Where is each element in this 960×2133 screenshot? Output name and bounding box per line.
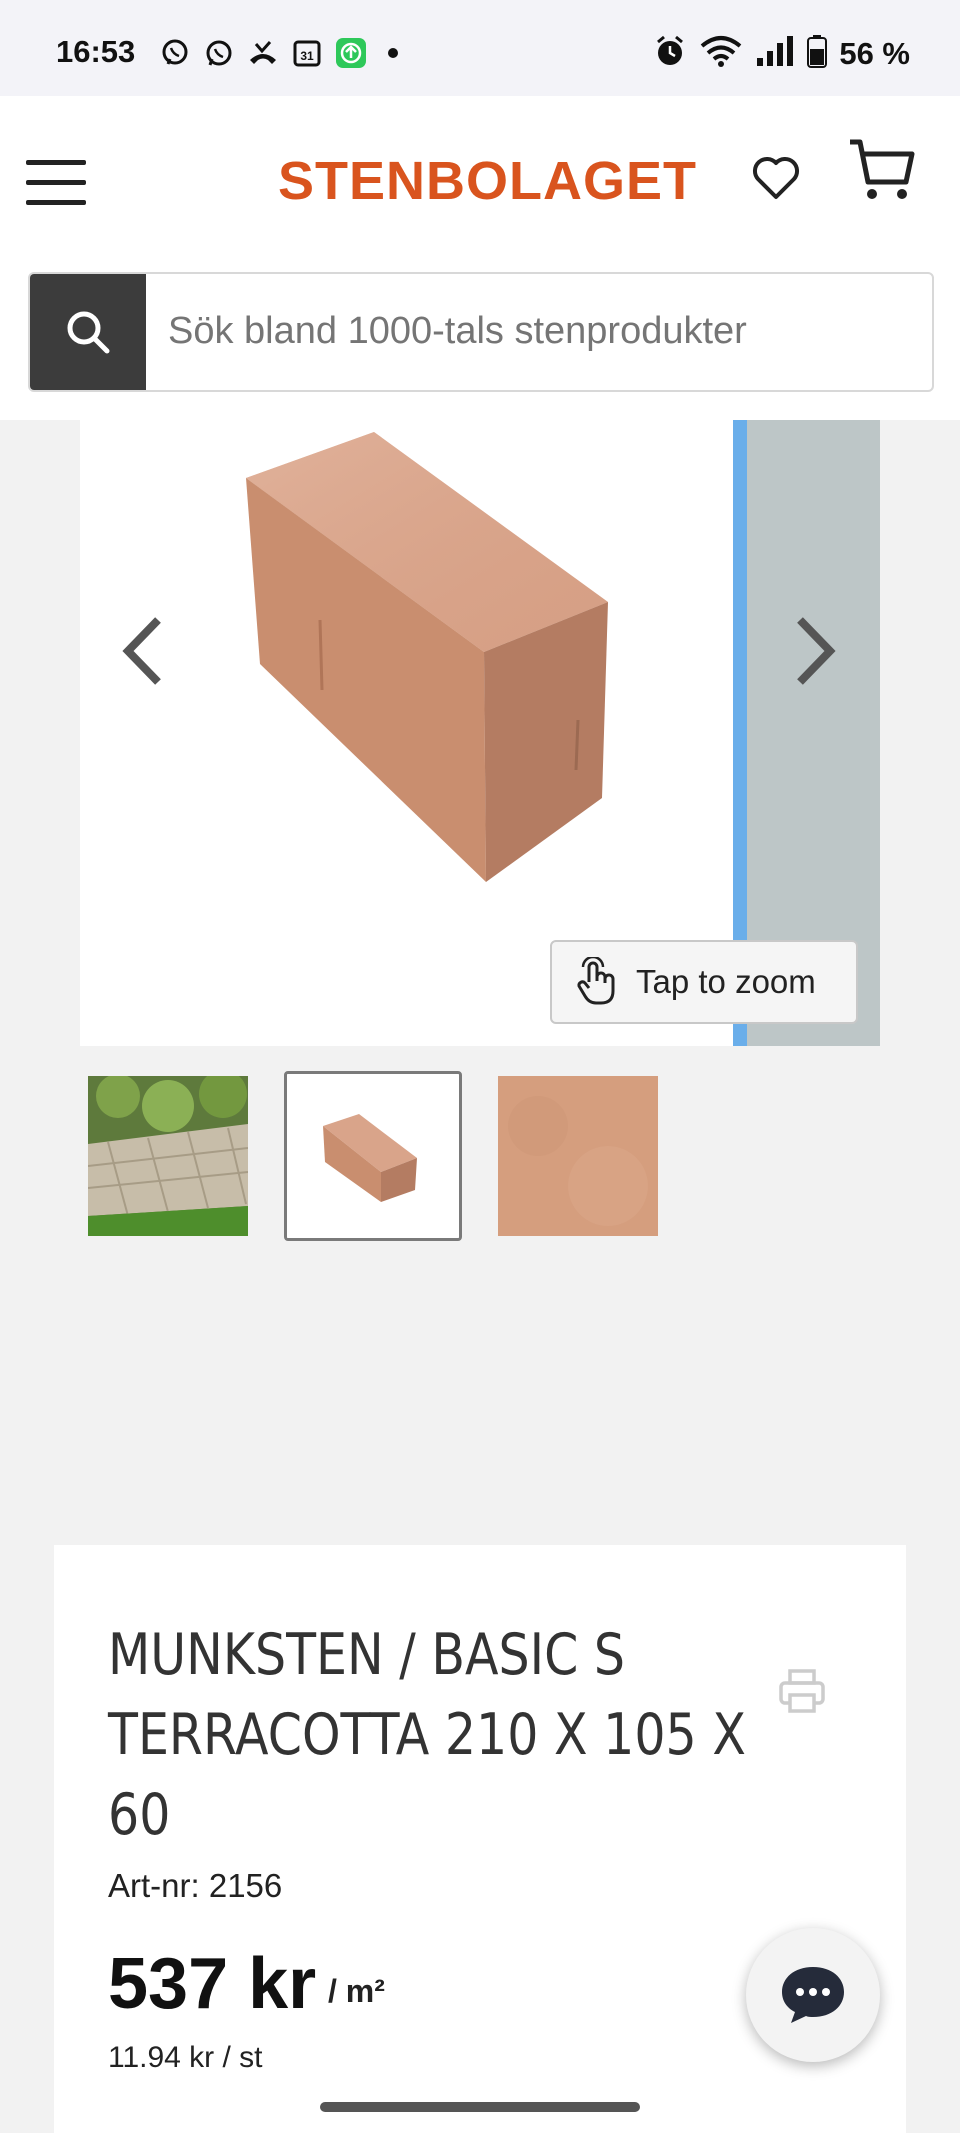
cart-icon[interactable] bbox=[846, 136, 916, 206]
chat-bubble-icon bbox=[782, 1967, 844, 2023]
menu-line bbox=[26, 200, 86, 205]
product-image-gallery[interactable]: Tap to zoom bbox=[80, 420, 880, 1046]
product-image-brick[interactable] bbox=[230, 420, 650, 900]
thumbnail-texture[interactable] bbox=[498, 1076, 658, 1236]
menu-line bbox=[26, 160, 86, 165]
whatsapp-icon bbox=[202, 36, 236, 70]
tap-to-zoom-label: Tap to zoom bbox=[636, 963, 816, 1000]
search-button[interactable] bbox=[30, 274, 146, 390]
site-logo[interactable]: STENBOLAGET bbox=[278, 150, 697, 212]
price-unit: / m² bbox=[328, 1973, 385, 2009]
search-input[interactable] bbox=[168, 310, 908, 353]
missed-call-icon bbox=[246, 36, 280, 70]
viber-icon bbox=[158, 36, 192, 70]
thumbnail-paved-path[interactable] bbox=[88, 1076, 248, 1236]
wifi-icon bbox=[699, 34, 743, 73]
chevron-right-icon bbox=[797, 617, 836, 685]
search-icon bbox=[67, 311, 110, 354]
search-bar bbox=[28, 272, 934, 392]
article-number: Art-nr: 2156 bbox=[108, 1867, 283, 1904]
signal-icon bbox=[755, 34, 795, 73]
system-icons: 56 % bbox=[653, 34, 910, 73]
more-notifications-dot bbox=[388, 48, 398, 58]
next-image-button[interactable] bbox=[788, 606, 848, 696]
print-icon[interactable] bbox=[776, 1665, 828, 1717]
status-time: 16:53 bbox=[56, 34, 136, 69]
tap-hand-icon bbox=[577, 957, 615, 1005]
price-per-piece: 11.94 kr / st bbox=[108, 2041, 263, 2074]
wishlist-heart-icon[interactable] bbox=[750, 152, 802, 204]
calendar-icon: 31 bbox=[290, 36, 324, 70]
tap-to-zoom-button[interactable]: Tap to zoom bbox=[550, 940, 858, 1024]
menu-button[interactable] bbox=[26, 160, 86, 205]
status-bar: 16:53 31 56 % bbox=[0, 0, 960, 96]
notification-icons: 31 bbox=[158, 36, 398, 70]
alarm-icon bbox=[653, 34, 687, 73]
svg-text:31: 31 bbox=[300, 49, 314, 63]
product-price: 537 kr bbox=[108, 1944, 317, 2024]
site-header: STENBOLAGET bbox=[0, 96, 960, 420]
thumbnail-brick-selected[interactable] bbox=[284, 1071, 462, 1241]
thumbnail-strip bbox=[88, 1071, 788, 1241]
previous-image-button[interactable] bbox=[110, 606, 170, 696]
product-title: MUNKSTEN / BASIC S TERRACOTTA 210 X 105 … bbox=[108, 1622, 746, 1848]
battery-percentage: 56 % bbox=[839, 35, 910, 71]
menu-line bbox=[26, 180, 86, 185]
chevron-left-icon bbox=[122, 617, 161, 685]
navigation-gesture-bar[interactable] bbox=[320, 2102, 640, 2112]
battery-icon bbox=[807, 34, 828, 73]
upload-app-icon bbox=[334, 36, 368, 70]
chat-button[interactable] bbox=[746, 1928, 880, 2062]
